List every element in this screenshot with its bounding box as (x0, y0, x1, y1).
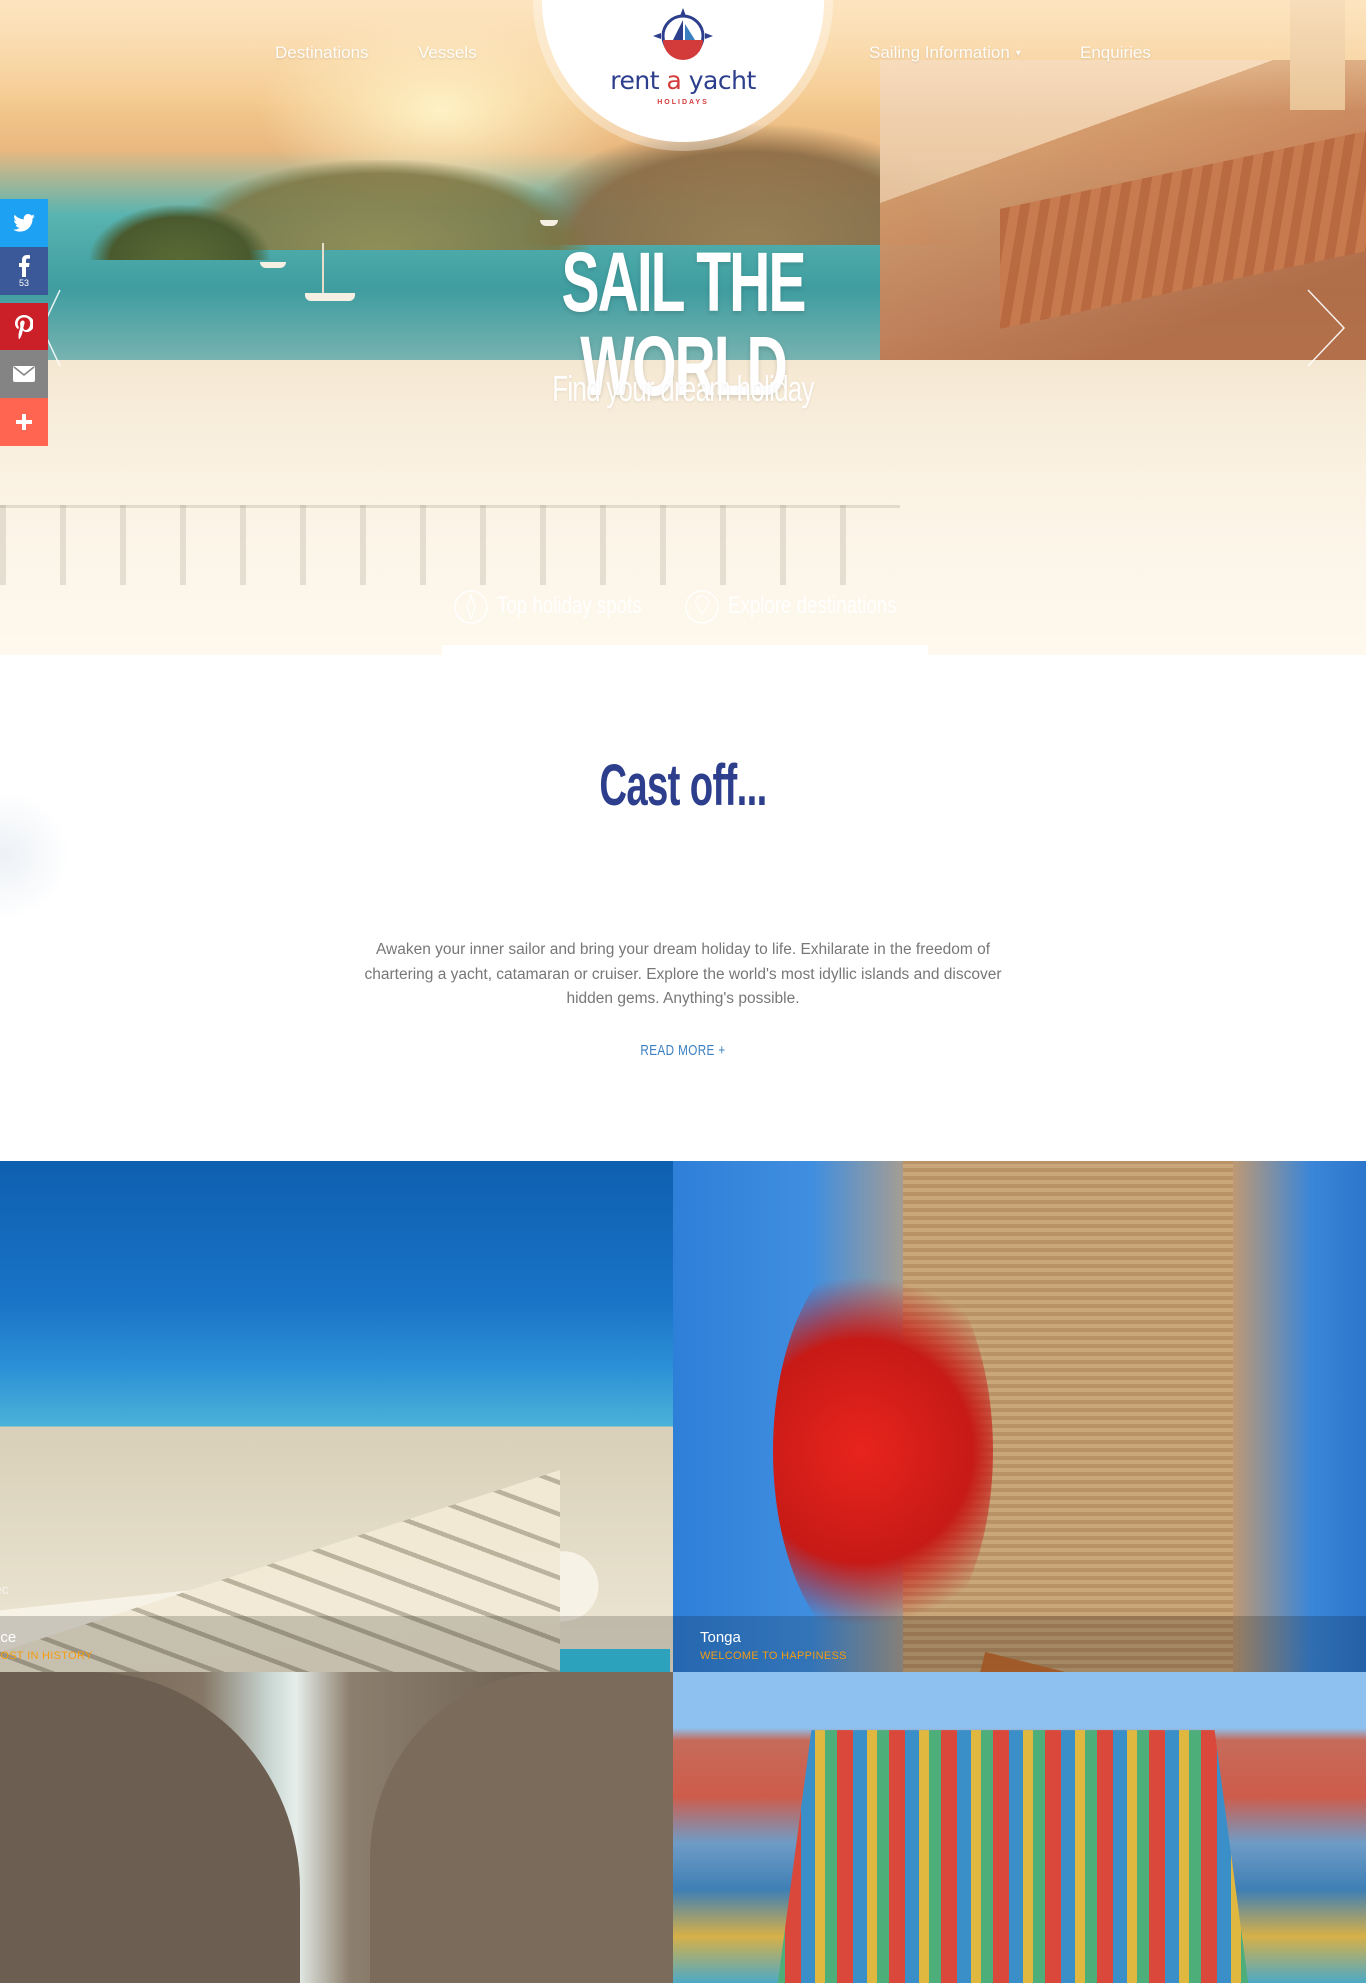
nav-sailing-information-label: Sailing Information (869, 43, 1010, 62)
tile-image-feathers (773, 1241, 993, 1661)
chevron-down-icon: ▾ (1015, 48, 1021, 59)
logo-compass-sail-icon (653, 8, 713, 60)
plus-icon (16, 414, 32, 430)
slider-next-arrow-icon[interactable] (1306, 288, 1346, 368)
tile-caption-bar (0, 1616, 673, 1672)
nav-enquiries[interactable]: Enquiries (1080, 43, 1151, 63)
logo-word-yacht: yacht (688, 66, 757, 95)
twitter-icon (13, 214, 35, 232)
feature-explore-destinations[interactable]: Explore destinations (728, 592, 897, 620)
intro-title: Cast off... (599, 753, 767, 818)
tile-image-temple (777, 1730, 1249, 1983)
destination-tile-tonga[interactable]: Tonga WELCOME TO HAPPINESS (673, 1161, 1366, 1672)
logo-wordmark: rent a yacht (560, 66, 806, 95)
hero-boat (305, 293, 355, 301)
tile-image-rock (370, 1672, 673, 1983)
share-pinterest-button[interactable] (0, 303, 48, 350)
tile-tagline: WELCOME TO HAPPINESS (700, 1650, 847, 1662)
hero-boat-mast (322, 243, 324, 293)
facebook-icon (19, 254, 30, 277)
feature-active-indicator (442, 645, 928, 655)
nav-destinations[interactable]: Destinations (275, 43, 369, 63)
nav-sailing-information[interactable]: Sailing Information ▾ (869, 43, 1021, 63)
hero-boat (260, 262, 286, 268)
pinterest-icon (15, 314, 33, 339)
destination-tile-greece[interactable]: ec ece LOST IN HISTORY (0, 1161, 673, 1672)
hero-subtitle: Find your dream holiday (552, 368, 814, 409)
compass-icon (454, 590, 488, 624)
tile-image-rock (0, 1672, 300, 1983)
tile-caption-bar (673, 1616, 1366, 1672)
feature-top-holiday-spots[interactable]: Top holiday spots (497, 592, 642, 620)
nav-vessels[interactable]: Vessels (418, 43, 477, 63)
logo-word-a: a (666, 66, 682, 95)
tile-name: Tonga (700, 1629, 741, 1646)
destination-tile-temple[interactable] (673, 1672, 1366, 1983)
destination-tile-caves[interactable] (0, 1672, 673, 1983)
share-facebook-button[interactable]: 53 (0, 247, 48, 295)
share-twitter-button[interactable] (0, 199, 48, 247)
read-more-link[interactable]: READ MORE + (605, 1042, 761, 1059)
tile-tagline: LOST IN HISTORY (0, 1650, 93, 1662)
email-icon (13, 366, 35, 382)
tile-name: ece (0, 1629, 17, 1646)
logo-subtitle: HOLIDAYS (657, 99, 709, 106)
hero-islet (90, 205, 270, 260)
share-more-button[interactable] (0, 398, 48, 446)
share-email-button[interactable] (0, 350, 48, 398)
ghost-decoration (0, 790, 70, 920)
tile-ghost-label: ec (0, 1581, 9, 1597)
map-pin-icon (685, 590, 719, 624)
intro-paragraph: Awaken your inner sailor and bring your … (364, 941, 1002, 1007)
logo-word-rent: rent (610, 66, 659, 95)
facebook-share-count: 53 (18, 277, 29, 288)
hero-pier (0, 505, 900, 585)
